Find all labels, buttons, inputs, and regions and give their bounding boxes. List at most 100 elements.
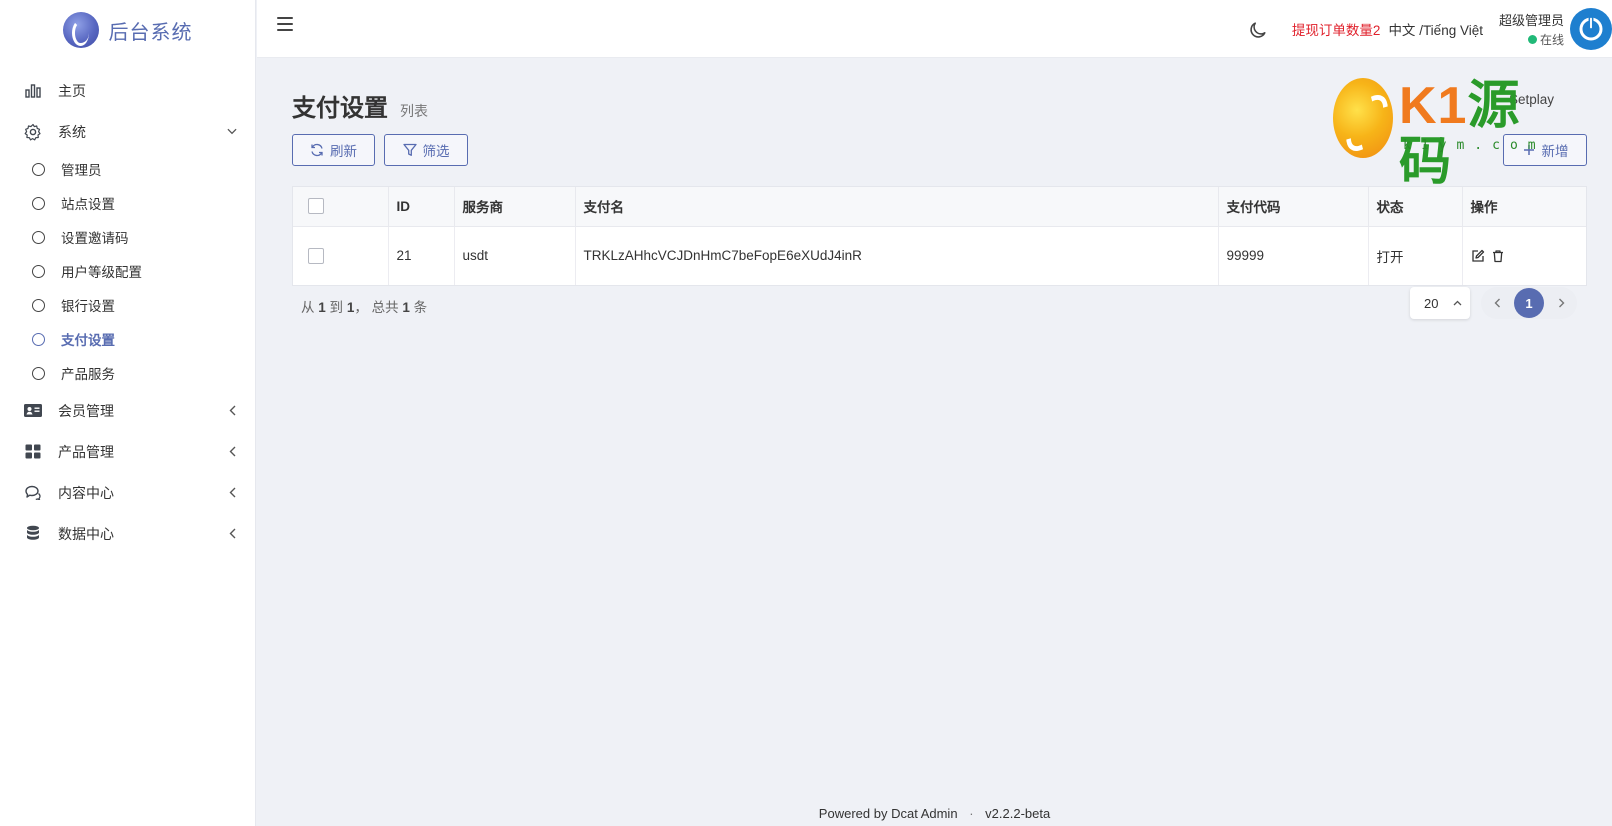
sidebar-subitem-label: 管理员 <box>61 163 102 178</box>
sidebar-subitem-bank-settings[interactable]: 银行设置 <box>0 288 255 322</box>
chevron-up-icon <box>1453 300 1462 306</box>
circle-icon <box>32 264 45 278</box>
sidebar-item-label: 内容中心 <box>58 484 114 501</box>
circle-icon <box>32 196 45 210</box>
filter-button[interactable]: 筛选 <box>384 134 468 166</box>
chevron-left-icon <box>227 405 237 416</box>
refresh-icon <box>311 143 323 157</box>
user-status-label: 在线 <box>1539 33 1564 47</box>
chevron-left-icon <box>227 487 237 498</box>
table-header-row: ID 服务商 支付名 支付代码 状态 操作 <box>293 187 1586 227</box>
sidebar-subitem-invite-codes[interactable]: 设置邀请码 <box>0 220 255 254</box>
page-title: 支付设置 <box>292 95 388 122</box>
sidebar-item-label: 会员管理 <box>58 402 114 419</box>
language-switcher[interactable]: 中文 /Tiếng Việt <box>1388 19 1483 39</box>
cell-status: 打开 <box>1368 226 1463 285</box>
cell-actions <box>1462 226 1586 285</box>
bar-chart-icon <box>22 82 44 100</box>
edit-icon[interactable] <box>1471 249 1485 263</box>
summary-text: 到 <box>329 300 344 315</box>
moon-icon[interactable] <box>1248 20 1270 42</box>
cell-pay-code: 99999 <box>1218 226 1369 285</box>
chevron-left-icon <box>227 528 237 539</box>
menu-toggle-icon[interactable] <box>277 17 293 31</box>
table-row: 21 usdt TRKLzAHhcVCJDnHmC7beFopE6eXUdJ4i… <box>293 226 1586 285</box>
circle-icon <box>32 162 45 176</box>
sidebar-item-products[interactable]: 产品管理 <box>0 431 255 472</box>
column-header-status: 状态 <box>1368 187 1463 227</box>
column-header-provider: 服务商 <box>454 187 576 227</box>
grid-icon <box>22 443 44 461</box>
sidebar-item-label: 产品管理 <box>58 443 114 460</box>
user-name: 超级管理员 <box>1498 13 1564 28</box>
column-header-actions: 操作 <box>1462 187 1586 227</box>
data-table: ID 服务商 支付名 支付代码 状态 操作 21 usdt TRKLzAHhcV… <box>292 186 1587 286</box>
sidebar-subitem-user-levels[interactable]: 用户等级配置 <box>0 254 255 288</box>
database-icon <box>22 525 44 543</box>
id-card-icon <box>22 402 44 420</box>
per-page-value: 20 <box>1424 295 1439 311</box>
brand[interactable]: 后台系统 <box>0 0 255 60</box>
prev-page-button[interactable] <box>1487 293 1507 313</box>
select-all-checkbox[interactable] <box>308 198 324 215</box>
main-content: 支付设置 列表 Setplay 刷新 筛选 新增 ID 服务商 支付名 支付代码… <box>257 58 1612 826</box>
chevron-right-icon <box>1558 298 1564 308</box>
next-page-button[interactable] <box>1551 293 1571 313</box>
per-page-select[interactable]: 20 <box>1410 287 1470 319</box>
pagination-summary: 从 1 到 1， 总共 1 条 <box>301 296 427 316</box>
sidebar-item-members[interactable]: 会员管理 <box>0 390 255 431</box>
row-select-cell <box>293 226 389 285</box>
brand-name: 后台系统 <box>108 21 193 44</box>
sidebar-item-data[interactable]: 数据中心 <box>0 513 255 554</box>
footer-powered-by: Powered by <box>818 806 888 821</box>
sidebar-item-label: 主页 <box>58 82 86 99</box>
plus-icon <box>1523 145 1534 155</box>
cell-provider: usdt <box>454 226 576 285</box>
trash-icon[interactable] <box>1491 249 1505 263</box>
footer: Powered by Dcat Admin · v2.2.2-beta <box>257 806 1612 821</box>
navbar-right: 提现订单数量2 中文 /Tiếng Việt 超级管理员 在线 <box>1248 0 1612 58</box>
chevron-left-icon <box>227 446 237 457</box>
online-dot-icon <box>1527 35 1537 44</box>
sidebar-item-home[interactable]: 主页 <box>0 70 255 111</box>
sidebar-subitem-payment-settings[interactable]: 支付设置 <box>0 322 255 356</box>
pagination: 1 <box>1481 287 1577 319</box>
filter-label: 筛选 <box>422 144 450 159</box>
sidebar-subitem-product-services[interactable]: 产品服务 <box>0 356 255 390</box>
sidebar: 后台系统 主页 系统 管理员 站点设置 设置邀请码 用户等级配置 银行设置 支付… <box>0 0 256 826</box>
sidebar-subitem-label: 产品服务 <box>61 367 115 382</box>
breadcrumb[interactable]: Setplay <box>1509 92 1554 107</box>
sidebar-item-content[interactable]: 内容中心 <box>0 472 255 513</box>
circle-icon <box>32 230 45 244</box>
column-header-id[interactable]: ID <box>388 187 455 227</box>
cell-id: 21 <box>388 226 455 285</box>
summary-total: 1 <box>402 300 410 315</box>
sidebar-subitem-admins[interactable]: 管理员 <box>0 152 255 186</box>
gear-icon <box>22 123 44 141</box>
sidebar-item-label: 数据中心 <box>58 525 114 542</box>
page-button[interactable]: 1 <box>1514 288 1544 318</box>
page-description: 列表 <box>400 103 428 119</box>
breadcrumb-item[interactable]: Setplay <box>1509 92 1554 107</box>
sidebar-subitem-site-settings[interactable]: 站点设置 <box>0 186 255 220</box>
create-label: 新增 <box>1541 144 1569 159</box>
create-button[interactable]: 新增 <box>1503 134 1587 166</box>
chevron-down-icon <box>227 127 237 137</box>
summary-text: 条 <box>413 300 428 315</box>
column-header-pay-code: 支付代码 <box>1218 187 1369 227</box>
footer-product-link[interactable]: Dcat Admin <box>891 806 957 821</box>
user-status: 在线 <box>1527 31 1564 48</box>
withdraw-orders-link[interactable]: 提现订单数量2 <box>1292 19 1381 39</box>
avatar[interactable] <box>1570 8 1612 50</box>
column-header-pay-name: 支付名 <box>575 187 1219 227</box>
footer-version: v2.2.2-beta <box>985 806 1051 821</box>
sidebar-subitem-label: 银行设置 <box>61 299 115 314</box>
circle-icon <box>32 366 45 380</box>
user-info[interactable]: 超级管理员 在线 <box>1499 10 1564 48</box>
refresh-button[interactable]: 刷新 <box>292 134 375 166</box>
chevron-left-icon <box>1494 298 1500 308</box>
sidebar-item-system[interactable]: 系统 <box>0 111 255 152</box>
comments-icon <box>22 484 44 502</box>
sidebar-item-label: 系统 <box>58 123 86 140</box>
row-checkbox[interactable] <box>308 247 324 264</box>
